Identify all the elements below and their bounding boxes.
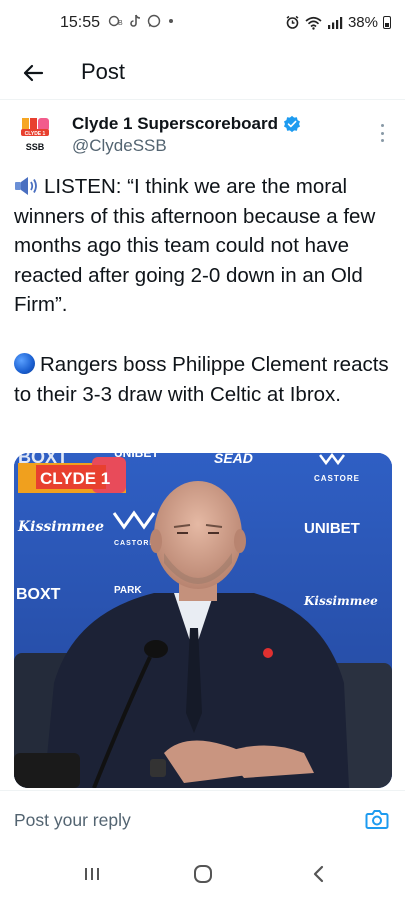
clyde1-logo-text: CLYDE 1	[40, 469, 110, 488]
battery-icon	[383, 16, 391, 29]
avatar-text-top: CLYDE 1	[25, 131, 46, 137]
display-name[interactable]: Clyde 1 Superscoreboard	[72, 114, 301, 134]
tweet-media-image[interactable]: BOXT UNIBET SEAD CASTORE Kissimmee CASTO…	[14, 453, 392, 788]
dot-icon	[169, 19, 173, 23]
phone-on-table	[14, 753, 80, 788]
clyde1-ssb-logo: CLYDE 1 SSB	[14, 113, 56, 155]
android-nav-bar	[0, 848, 405, 900]
status-bar: 15:55 B 38%	[0, 0, 405, 48]
status-time: 15:55	[60, 14, 101, 31]
home-icon	[194, 865, 212, 883]
recent-apps-button[interactable]	[80, 862, 104, 886]
more-dot-icon	[381, 124, 384, 127]
arrow-left-icon	[23, 64, 44, 82]
blue-circle-icon	[14, 352, 35, 374]
status-left-icons: B	[108, 14, 173, 28]
tiktok-icon	[130, 14, 141, 27]
camera-icon[interactable]	[365, 808, 389, 830]
more-dot-icon	[381, 139, 384, 142]
sponsor-unibet-right: UNIBET	[304, 520, 360, 537]
tweet-paragraph-1-text: LISTEN: “I think we are the moral winner…	[14, 175, 376, 317]
tweet-text: LISTEN: “I think we are the moral winner…	[14, 172, 394, 409]
sponsor-sead: SEAD	[214, 453, 253, 466]
data-saver-icon: B	[108, 15, 123, 27]
nav-back-button[interactable]	[306, 862, 330, 886]
signal-icon	[327, 16, 343, 29]
status-right-icons: 38%	[285, 14, 391, 31]
battery-text: 38%	[347, 14, 378, 31]
handle[interactable]: @ClydeSSB	[72, 136, 167, 156]
sponsor-kissimmee-left: Kissimmee	[17, 519, 104, 535]
tweet-paragraph-2-text: Rangers boss Philippe Clement reacts to …	[14, 352, 389, 406]
back-button[interactable]	[18, 58, 48, 88]
sponsor-kissimmee-right: Kissimmee	[303, 594, 378, 608]
page-title: Post	[81, 59, 126, 84]
sponsor-castore-mid: CASTORE	[114, 540, 155, 547]
chevron-left-icon	[313, 865, 324, 883]
reply-bar: Post your reply	[0, 790, 405, 848]
whatsapp-icon	[147, 14, 161, 28]
tweet-paragraph-2: Rangers boss Philippe Clement reacts to …	[14, 350, 394, 409]
avatar[interactable]: CLYDE 1 SSB	[14, 113, 56, 155]
svg-text:B: B	[118, 20, 123, 27]
reply-input[interactable]: Post your reply	[14, 810, 131, 831]
home-button[interactable]	[191, 862, 215, 886]
sponsor-castore-top: CASTORE	[314, 474, 360, 483]
sponsor-boxt-left: BOXT	[16, 586, 61, 603]
recent-apps-icon	[85, 868, 99, 880]
alarm-icon	[286, 15, 299, 29]
verified-badge-icon	[283, 115, 300, 133]
avatar-text-bottom: SSB	[26, 142, 45, 152]
tweet-paragraph-1: LISTEN: “I think we are the moral winner…	[14, 172, 394, 320]
display-name-text: Clyde 1 Superscoreboard	[72, 114, 278, 133]
sponsor-park: PARK	[114, 585, 142, 596]
press-conference-photo: BOXT UNIBET SEAD CASTORE Kissimmee CASTO…	[14, 453, 392, 788]
more-dot-icon	[381, 131, 384, 135]
top-app-bar: Post	[0, 48, 405, 100]
speaker-icon	[15, 177, 37, 195]
more-options-button[interactable]	[381, 124, 385, 142]
wifi-icon	[305, 16, 322, 30]
